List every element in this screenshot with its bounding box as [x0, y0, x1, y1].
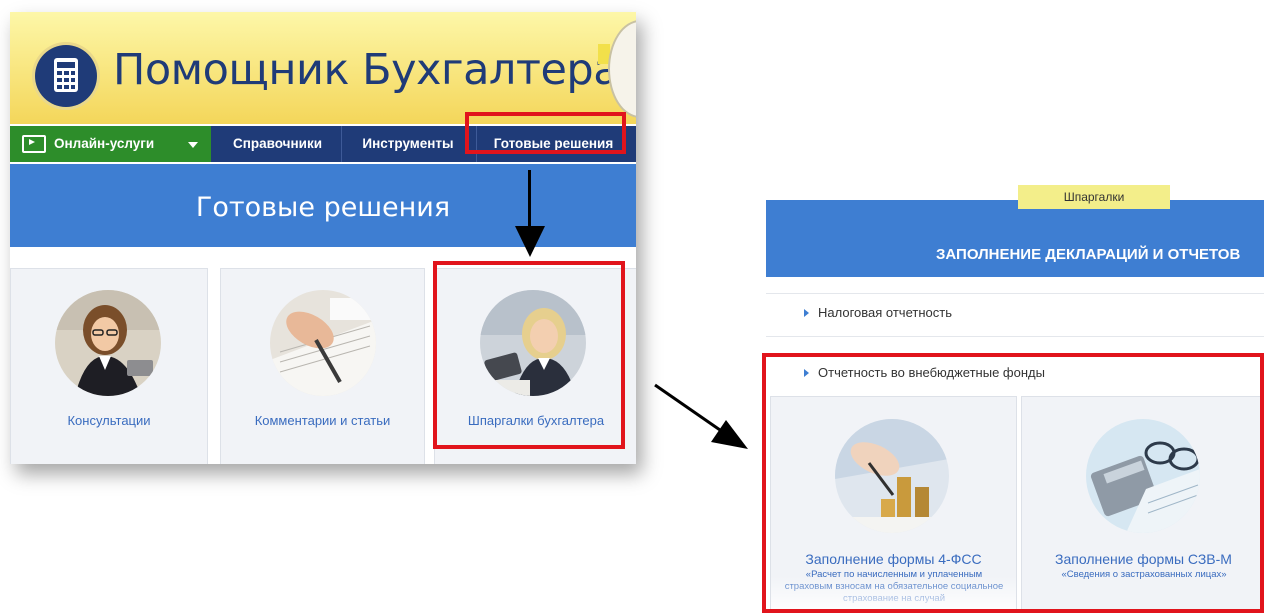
- writing-hand-photo-icon: [270, 290, 376, 396]
- nav-divider: [341, 126, 342, 162]
- nav-tools[interactable]: Инструменты: [343, 126, 473, 162]
- card-comments-articles-label: Комментарии и статьи: [254, 413, 391, 428]
- list-item-label: Налоговая отчетность: [818, 305, 952, 320]
- card-consultations[interactable]: Консультации: [10, 268, 208, 464]
- divider: [766, 336, 1264, 337]
- consultant-woman-photo-icon: [55, 290, 161, 396]
- nav-online-services-label: Онлайн-услуги: [54, 136, 155, 151]
- divider: [766, 293, 1264, 294]
- arrow-down-shaft: [528, 170, 531, 232]
- cheatsheets-banner: ЗАПОЛНЕНИЕ ДЕКЛАРАЦИЙ И ОТЧЕТОВ: [766, 200, 1264, 277]
- nav-online-services[interactable]: Онлайн-услуги: [10, 126, 211, 162]
- triangle-right-icon: [804, 309, 809, 317]
- section-title: Готовые решения: [195, 192, 451, 223]
- site-title[interactable]: Помощник Бухгалтера: [113, 45, 620, 95]
- calculator-logo-icon[interactable]: [35, 45, 97, 107]
- chevron-down-icon: [188, 142, 198, 148]
- card-comments-articles[interactable]: Комментарии и статьи: [220, 268, 425, 464]
- header-badge: [608, 20, 636, 118]
- site-header: Помощник Бухгалтера: [10, 12, 636, 124]
- monitor-icon: [22, 135, 46, 153]
- card-consultations-label: Консультации: [67, 413, 151, 428]
- arrow-down-icon: [515, 226, 545, 257]
- cheatsheets-tag: Шпаргалки: [1018, 185, 1170, 209]
- nav-references[interactable]: Справочники: [215, 126, 340, 162]
- cheatsheets-banner-title: ЗАПОЛНЕНИЕ ДЕКЛАРАЦИЙ И ОТЧЕТОВ: [936, 246, 1241, 263]
- highlight-nav-ready-solutions: [465, 112, 626, 154]
- highlight-offbudget-section: [762, 353, 1264, 613]
- highlight-card-cheatsheets: [433, 261, 625, 449]
